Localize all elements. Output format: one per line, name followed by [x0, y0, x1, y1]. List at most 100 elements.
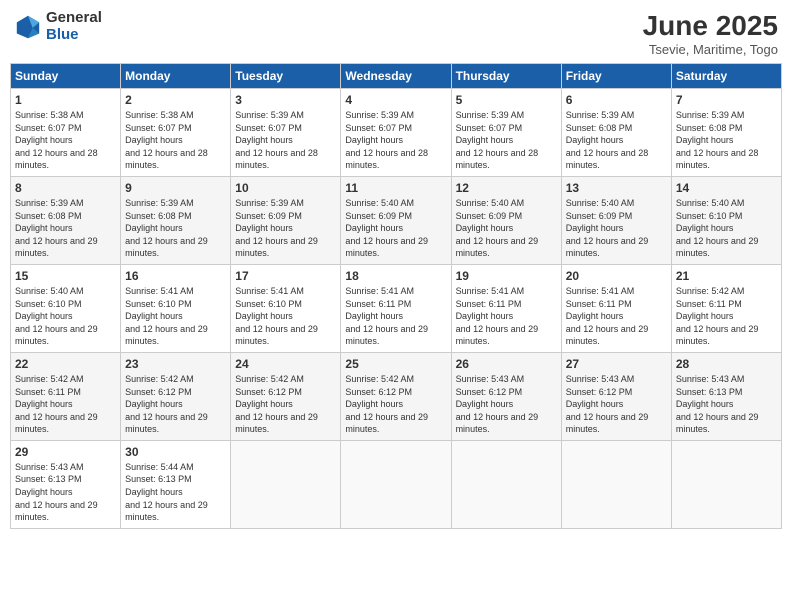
table-row: 19Sunrise: 5:41 AMSunset: 6:11 PMDayligh… — [451, 264, 561, 352]
table-row: 27Sunrise: 5:43 AMSunset: 6:12 PMDayligh… — [561, 352, 671, 440]
day-info: Sunrise: 5:41 AMSunset: 6:11 PMDaylight … — [566, 285, 667, 348]
day-info: Sunrise: 5:40 AMSunset: 6:09 PMDaylight … — [456, 197, 557, 260]
day-info: Sunrise: 5:43 AMSunset: 6:13 PMDaylight … — [676, 373, 777, 436]
col-wednesday: Wednesday — [341, 64, 451, 89]
table-row: 25 Sunrise: 5:42 AMSunset: 6:12 PMDayligh… — [341, 352, 451, 440]
day-number: 8 — [15, 181, 116, 195]
table-row: 14 Sunrise: 5:40 AMSunset: 6:10 PMDayligh… — [671, 176, 781, 264]
col-sunday: Sunday — [11, 64, 121, 89]
day-info: Sunrise: 5:39 AMSunset: 6:08 PMDaylight … — [676, 109, 777, 172]
day-info: Sunrise: 5:40 AMSunset: 6:09 PMDaylight … — [566, 197, 667, 260]
day-info: Sunrise: 5:44 AMSunset: 6:13 PMDaylight … — [125, 461, 226, 524]
day-number: 9 — [125, 181, 226, 195]
day-info: Sunrise: 5:42 AMSunset: 6:12 PMDaylight … — [125, 373, 226, 436]
calendar-title: June 2025 — [643, 10, 778, 42]
day-info: Sunrise: 5:42 AMSunset: 6:12 PMDaylight … — [345, 373, 446, 436]
day-number: 24 — [235, 357, 336, 371]
day-number: 6 — [566, 93, 667, 107]
day-number: 11 — [345, 181, 446, 195]
day-info: Sunrise: 5:43 AMSunset: 6:13 PMDaylight … — [15, 461, 116, 524]
week-row-4: 22Sunrise: 5:42 AMSunset: 6:11 PMDayligh… — [11, 352, 782, 440]
logo-general-label: General — [46, 10, 102, 27]
table-row: 13 Sunrise: 5:40 AMSunset: 6:09 PMDayligh… — [561, 176, 671, 264]
table-row: 18 Sunrise: 5:41 AMSunset: 6:11 PMDayligh… — [341, 264, 451, 352]
day-info: Sunrise: 5:40 AMSunset: 6:09 PMDaylight … — [345, 197, 446, 260]
day-info: Sunrise: 5:39 AMSunset: 6:08 PMDaylight … — [15, 197, 116, 260]
header-row: Sunday Monday Tuesday Wednesday Thursday… — [11, 64, 782, 89]
week-row-2: 8 Sunrise: 5:39 AMSunset: 6:08 PMDaylight… — [11, 176, 782, 264]
week-row-3: 15 Sunrise: 5:40 AMSunset: 6:10 PMDayligh… — [11, 264, 782, 352]
table-row: 4Sunrise: 5:39 AMSunset: 6:07 PMDaylight… — [341, 89, 451, 177]
day-info: Sunrise: 5:39 AMSunset: 6:08 PMDaylight … — [125, 197, 226, 260]
day-number: 3 — [235, 93, 336, 107]
day-info: Sunrise: 5:40 AMSunset: 6:10 PMDaylight … — [15, 285, 116, 348]
table-row: 6 Sunrise: 5:39 AMSunset: 6:08 PMDaylight… — [561, 89, 671, 177]
day-number: 26 — [456, 357, 557, 371]
day-number: 5 — [456, 93, 557, 107]
day-info: Sunrise: 5:38 AMSunset: 6:07 PMDaylight … — [125, 109, 226, 172]
day-number: 13 — [566, 181, 667, 195]
logo: General Blue — [14, 10, 102, 43]
day-info: Sunrise: 5:41 AMSunset: 6:10 PMDaylight … — [125, 285, 226, 348]
day-number: 22 — [15, 357, 116, 371]
day-info: Sunrise: 5:41 AMSunset: 6:10 PMDaylight … — [235, 285, 336, 348]
day-number: 29 — [15, 445, 116, 459]
col-tuesday: Tuesday — [231, 64, 341, 89]
week-row-1: 1 Sunrise: 5:38 AMSunset: 6:07 PMDaylight… — [11, 89, 782, 177]
day-number: 30 — [125, 445, 226, 459]
day-number: 23 — [125, 357, 226, 371]
day-number: 15 — [15, 269, 116, 283]
day-info: Sunrise: 5:39 AMSunset: 6:09 PMDaylight … — [235, 197, 336, 260]
table-row: 23 Sunrise: 5:42 AMSunset: 6:12 PMDayligh… — [121, 352, 231, 440]
day-number: 17 — [235, 269, 336, 283]
day-number: 1 — [15, 93, 116, 107]
table-row: 28 Sunrise: 5:43 AMSunset: 6:13 PMDayligh… — [671, 352, 781, 440]
logo-text: General Blue — [46, 10, 102, 43]
table-row: 15 Sunrise: 5:40 AMSunset: 6:10 PMDayligh… — [11, 264, 121, 352]
header: General Blue June 2025 Tsevie, Maritime,… — [10, 10, 782, 57]
table-row: 8 Sunrise: 5:39 AMSunset: 6:08 PMDaylight… — [11, 176, 121, 264]
calendar-table: Sunday Monday Tuesday Wednesday Thursday… — [10, 63, 782, 529]
table-row: 10Sunrise: 5:39 AMSunset: 6:09 PMDayligh… — [231, 176, 341, 264]
day-info: Sunrise: 5:41 AMSunset: 6:11 PMDaylight … — [345, 285, 446, 348]
table-row: 2 Sunrise: 5:38 AMSunset: 6:07 PMDaylight… — [121, 89, 231, 177]
day-info: Sunrise: 5:39 AMSunset: 6:08 PMDaylight … — [566, 109, 667, 172]
week-row-5: 29 Sunrise: 5:43 AMSunset: 6:13 PMDayligh… — [11, 440, 782, 528]
day-info: Sunrise: 5:40 AMSunset: 6:10 PMDaylight … — [676, 197, 777, 260]
day-number: 19 — [456, 269, 557, 283]
day-number: 21 — [676, 269, 777, 283]
day-number: 28 — [676, 357, 777, 371]
table-row: 26 Sunrise: 5:43 AMSunset: 6:12 PMDayligh… — [451, 352, 561, 440]
col-monday: Monday — [121, 64, 231, 89]
day-number: 16 — [125, 269, 226, 283]
table-row — [451, 440, 561, 528]
col-thursday: Thursday — [451, 64, 561, 89]
day-number: 14 — [676, 181, 777, 195]
logo-icon — [14, 13, 42, 41]
day-info: Sunrise: 5:43 AMSunset: 6:12 PMDaylight … — [456, 373, 557, 436]
table-row: 20 Sunrise: 5:41 AMSunset: 6:11 PMDayligh… — [561, 264, 671, 352]
day-number: 18 — [345, 269, 446, 283]
table-row — [671, 440, 781, 528]
table-row: 12Sunrise: 5:40 AMSunset: 6:09 PMDayligh… — [451, 176, 561, 264]
day-info: Sunrise: 5:38 AMSunset: 6:07 PMDaylight … — [15, 109, 116, 172]
day-number: 2 — [125, 93, 226, 107]
table-row — [561, 440, 671, 528]
table-row: 21Sunrise: 5:42 AMSunset: 6:11 PMDayligh… — [671, 264, 781, 352]
title-area: June 2025 Tsevie, Maritime, Togo — [643, 10, 778, 57]
day-info: Sunrise: 5:39 AMSunset: 6:07 PMDaylight … — [235, 109, 336, 172]
day-number: 25 — [345, 357, 446, 371]
col-saturday: Saturday — [671, 64, 781, 89]
day-number: 20 — [566, 269, 667, 283]
col-friday: Friday — [561, 64, 671, 89]
table-row: 11 Sunrise: 5:40 AMSunset: 6:09 PMDayligh… — [341, 176, 451, 264]
table-row: 16 Sunrise: 5:41 AMSunset: 6:10 PMDayligh… — [121, 264, 231, 352]
day-info: Sunrise: 5:39 AMSunset: 6:07 PMDaylight … — [345, 109, 446, 172]
table-row: 3 Sunrise: 5:39 AMSunset: 6:07 PMDaylight… — [231, 89, 341, 177]
logo-blue-label: Blue — [46, 27, 102, 44]
table-row: 17 Sunrise: 5:41 AMSunset: 6:10 PMDayligh… — [231, 264, 341, 352]
day-info: Sunrise: 5:39 AMSunset: 6:07 PMDaylight … — [456, 109, 557, 172]
table-row: 29 Sunrise: 5:43 AMSunset: 6:13 PMDayligh… — [11, 440, 121, 528]
table-row: 1 Sunrise: 5:38 AMSunset: 6:07 PMDaylight… — [11, 89, 121, 177]
calendar-subtitle: Tsevie, Maritime, Togo — [643, 42, 778, 57]
